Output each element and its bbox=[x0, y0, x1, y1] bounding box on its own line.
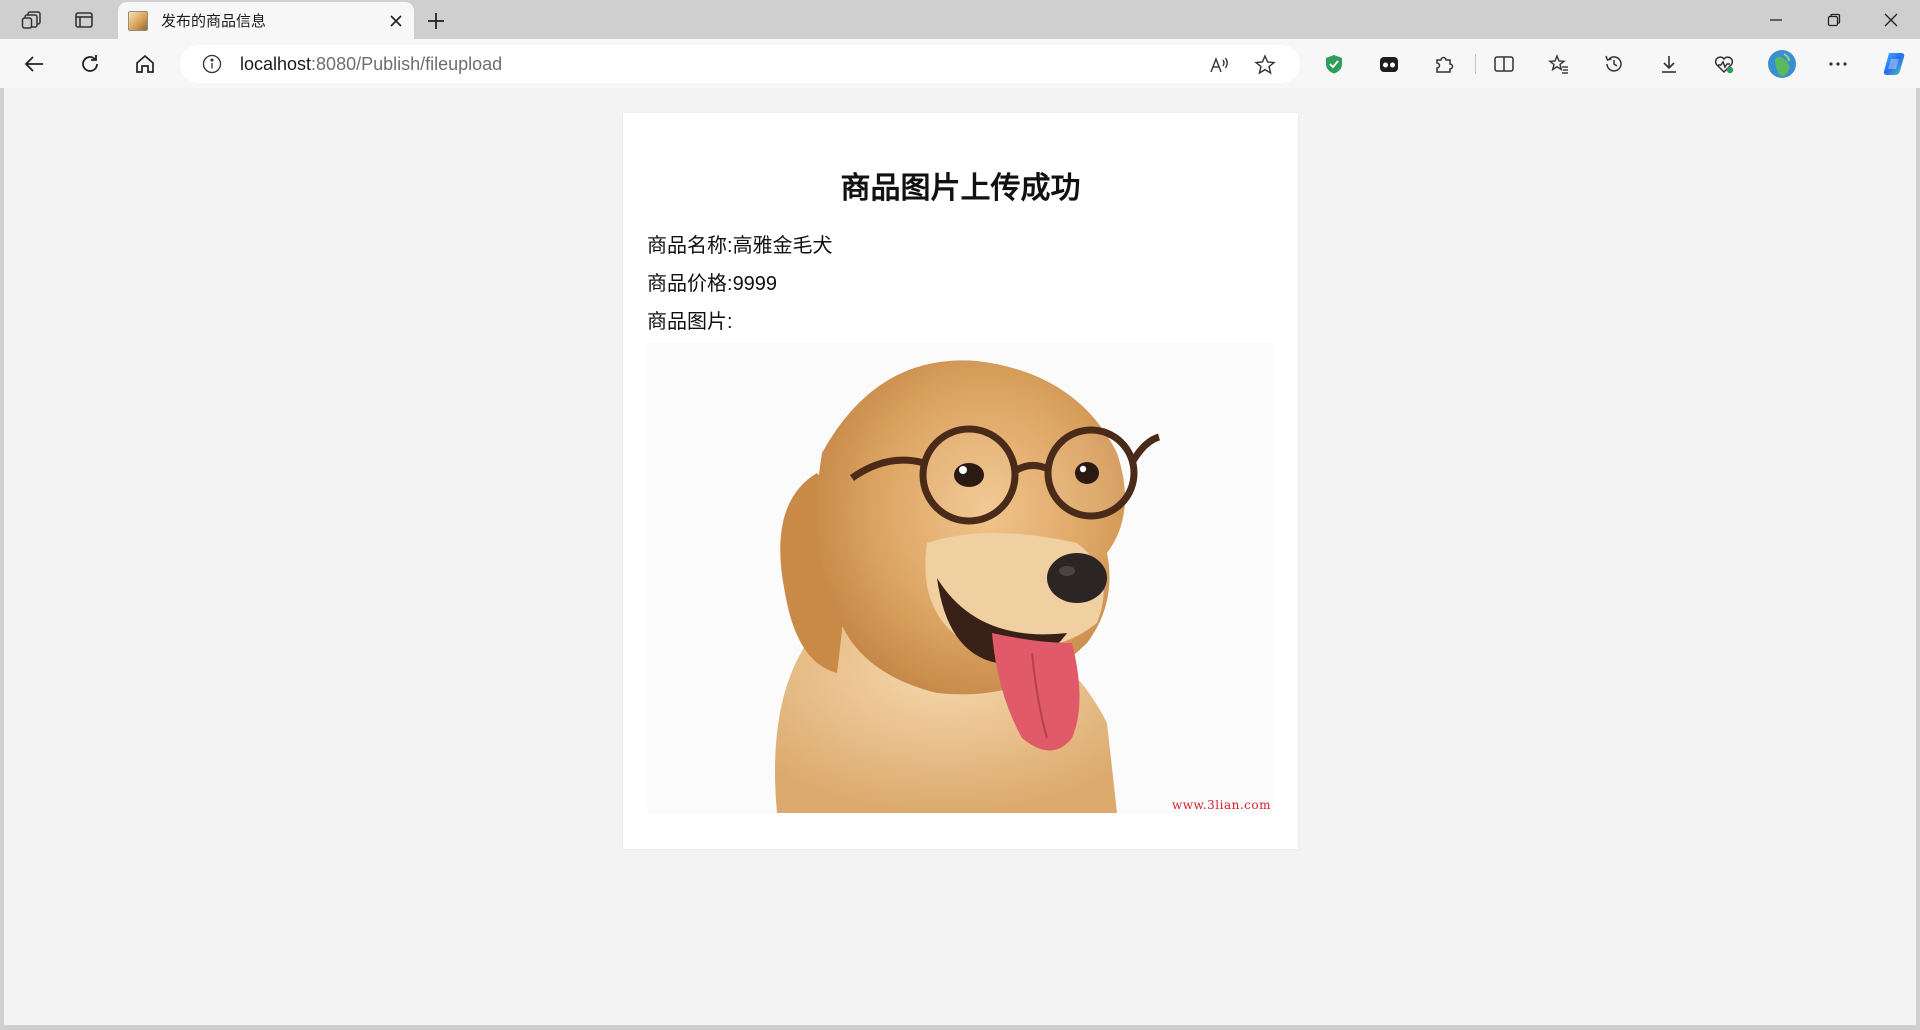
product-name-value: 高雅金毛犬 bbox=[732, 235, 833, 257]
close-window-button[interactable] bbox=[1862, 0, 1920, 39]
split-screen-icon[interactable] bbox=[1488, 49, 1520, 79]
product-price-value: 9999 bbox=[732, 273, 778, 295]
refresh-icon[interactable] bbox=[74, 49, 106, 79]
new-tab-button[interactable] bbox=[422, 7, 450, 35]
star-icon[interactable] bbox=[1252, 52, 1278, 78]
page-viewport: 商品图片上传成功 商品名称:高雅金毛犬 商品价格:9999 商品图片: www.… bbox=[4, 88, 1916, 1025]
browser-toolbar: localhost:8080/Publish/fileupload bbox=[0, 39, 1920, 88]
toolbar-divider bbox=[1475, 54, 1476, 74]
url-host: localhost bbox=[240, 53, 312, 74]
back-arrow-icon[interactable] bbox=[18, 49, 50, 79]
image-watermark: www.3lian.com bbox=[1171, 798, 1271, 812]
more-icon[interactable] bbox=[1822, 49, 1854, 79]
copilot-icon[interactable] bbox=[1878, 49, 1910, 79]
product-name-row: 商品名称:高雅金毛犬 bbox=[647, 229, 833, 258]
workspaces-icon[interactable] bbox=[20, 8, 44, 32]
tab-strip: 发布的商品信息 bbox=[0, 0, 1920, 39]
read-aloud-icon[interactable] bbox=[1206, 52, 1232, 78]
favorites-icon[interactable] bbox=[1543, 49, 1575, 79]
browser-essentials-icon[interactable] bbox=[1708, 49, 1740, 79]
shield-icon[interactable] bbox=[1318, 49, 1350, 79]
home-icon[interactable] bbox=[129, 49, 161, 79]
close-icon[interactable] bbox=[382, 7, 410, 35]
product-price-label: 商品价格: bbox=[647, 273, 733, 295]
product-image-label: 商品图片: bbox=[647, 311, 733, 333]
product-name-label: 商品名称: bbox=[647, 235, 733, 257]
url-path: :8080/Publish/fileupload bbox=[311, 53, 503, 74]
product-image: www.3lian.com bbox=[647, 343, 1273, 813]
profile-icon[interactable] bbox=[1766, 49, 1798, 79]
history-icon[interactable] bbox=[1598, 49, 1630, 79]
info-icon[interactable] bbox=[200, 52, 224, 76]
result-card: 商品图片上传成功 商品名称:高雅金毛犬 商品价格:9999 商品图片: www.… bbox=[623, 113, 1298, 849]
address-bar[interactable]: localhost:8080/Publish/fileupload bbox=[180, 45, 1300, 83]
puzzle-icon[interactable] bbox=[1428, 49, 1460, 79]
minimize-button[interactable] bbox=[1747, 0, 1805, 39]
page-title: 商品图片上传成功 bbox=[840, 172, 1081, 205]
download-icon[interactable] bbox=[1653, 49, 1685, 79]
product-price-row: 商品价格:9999 bbox=[647, 267, 777, 296]
tab-actions-icon[interactable] bbox=[72, 8, 96, 32]
tab-title: 发布的商品信息 bbox=[161, 13, 267, 30]
tab-favicon-icon bbox=[128, 10, 148, 31]
restore-button[interactable] bbox=[1805, 0, 1863, 39]
extension-icon[interactable] bbox=[1373, 49, 1405, 79]
golden-retriever-photo bbox=[647, 343, 1273, 813]
active-tab[interactable]: 发布的商品信息 bbox=[118, 2, 414, 39]
